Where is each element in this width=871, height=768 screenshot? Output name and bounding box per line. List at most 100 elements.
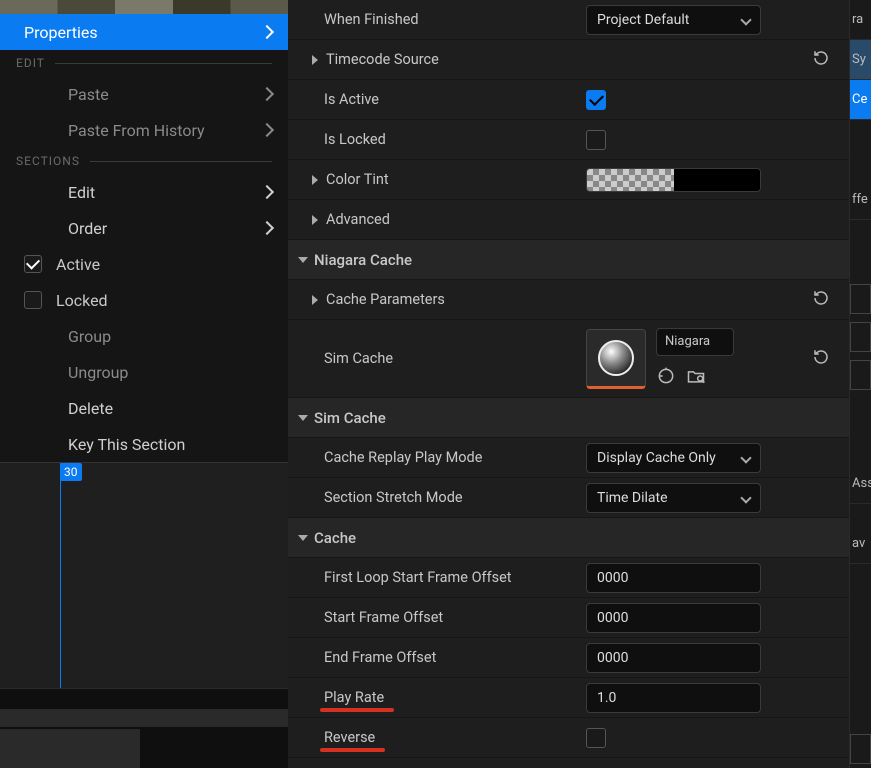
menu-separator-sections: SECTIONS [0,148,288,174]
expand-icon[interactable] [312,215,318,225]
rs-box[interactable] [850,360,871,390]
prop-cache-replay-mode: Cache Replay Play Mode Display Cache Onl… [288,438,849,478]
first-loop-offset-input[interactable]: 0000 [586,563,761,593]
right-sliver: ra Sy Ce ffe Ass av [849,0,871,768]
menu-active[interactable]: Active [0,246,288,282]
section-sim-cache[interactable]: Sim Cache [288,398,849,438]
rs-item[interactable]: ra [850,0,871,40]
menu-properties-label: Properties [24,23,98,42]
section-stretch-mode-dropdown[interactable]: Time Dilate [586,483,761,513]
when-finished-dropdown[interactable]: Project Default [586,5,761,35]
prop-reverse: Reverse [288,718,849,758]
collapse-icon[interactable] [298,257,308,263]
asset-type-value: Niagara [665,334,710,349]
end-frame-offset-label: End Frame Offset [288,649,586,666]
asset-type-dropdown[interactable]: Niagara [656,328,734,356]
expand-icon[interactable] [312,175,318,185]
is-locked-checkbox[interactable] [586,130,606,150]
cache-replay-mode-label: Cache Replay Play Mode [288,449,586,466]
menu-key-section[interactable]: Key This Section [0,426,288,462]
section-cache[interactable]: Cache [288,518,849,558]
is-active-checkbox[interactable] [586,90,606,110]
timecode-source-label: Timecode Source [326,51,439,68]
prop-is-active: Is Active [288,80,849,120]
collapse-icon[interactable] [298,415,308,421]
browse-icon[interactable] [686,366,706,390]
play-rate-input[interactable]: 1.0 [586,683,761,713]
menu-group[interactable]: Group [0,318,288,354]
reset-icon[interactable] [812,289,830,311]
reset-icon[interactable] [812,348,830,370]
expand-icon[interactable] [312,295,318,305]
color-tint-swatch[interactable] [586,168,761,192]
chevron-right-icon [260,25,274,39]
chevron-right-icon [260,221,274,235]
rs-item[interactable]: Sy [850,40,871,80]
prop-first-loop-offset: First Loop Start Frame Offset 0000 [288,558,849,598]
menu-locked[interactable]: Locked [0,282,288,318]
reset-icon[interactable] [812,49,830,71]
reverse-checkbox[interactable] [586,728,606,748]
menu-paste-history-label: Paste From History [68,121,205,140]
menu-properties[interactable]: Properties [0,14,288,50]
playhead[interactable] [60,463,61,688]
timeline[interactable]: 30 [0,462,288,688]
cache-replay-mode-dropdown[interactable]: Display Cache Only [586,443,761,473]
sim-cache-asset-slot: Niagara [586,328,734,390]
cache-section-label: Cache [314,529,356,547]
color-tint-label: Color Tint [326,171,389,188]
menu-edit[interactable]: Edit [0,174,288,210]
prop-advanced[interactable]: Advanced [288,200,849,240]
asset-thumbnail[interactable] [586,329,646,389]
use-selected-icon[interactable] [656,366,676,390]
expand-icon[interactable] [312,55,318,65]
menu-paste-history[interactable]: Paste From History [0,112,288,148]
bottom-bar-a [0,709,288,727]
end-frame-offset-input[interactable]: 0000 [586,643,761,673]
checker-icon [587,169,674,191]
rs-box[interactable] [850,284,871,314]
play-rate-label: Play Rate [324,689,384,706]
menu-delete[interactable]: Delete [0,390,288,426]
menu-order[interactable]: Order [0,210,288,246]
bottom-bar-b [0,729,140,768]
menu-group-label: Group [68,327,111,346]
menu-sep-edit-label: EDIT [16,56,45,70]
prop-timecode-source: Timecode Source [288,40,849,80]
sim-cache-section-label: Sim Cache [314,409,386,427]
chevron-right-icon [260,123,274,137]
menu-paste-label: Paste [68,85,109,104]
sim-cache-label: Sim Cache [288,350,586,367]
checkbox-active[interactable] [24,255,42,273]
prop-play-rate: Play Rate 1.0 [288,678,849,718]
when-finished-label: When Finished [288,11,586,28]
section-niagara-cache[interactable]: Niagara Cache [288,240,849,280]
checkbox-locked[interactable] [24,291,42,309]
section-stretch-mode-value: Time Dilate [597,490,668,506]
cache-parameters-label: Cache Parameters [326,291,445,308]
niagara-cache-label: Niagara Cache [314,251,412,269]
menu-paste[interactable]: Paste [0,76,288,112]
chevron-right-icon [260,185,274,199]
rs-item[interactable]: Ce [850,80,871,120]
rs-item[interactable]: Ass [850,464,871,504]
menu-order-label: Order [68,219,107,238]
prop-color-tint: Color Tint [288,160,849,200]
prop-section-stretch-mode: Section Stretch Mode Time Dilate [288,478,849,518]
prop-sim-cache: Sim Cache Niagara [288,320,849,398]
sphere-icon [598,340,634,376]
is-locked-label: Is Locked [288,131,586,148]
chevron-down-icon [740,492,751,503]
menu-ungroup[interactable]: Ungroup [0,354,288,390]
rs-item[interactable]: ffe [850,180,871,220]
collapse-icon[interactable] [298,535,308,541]
start-frame-offset-input[interactable]: 0000 [586,603,761,633]
start-frame-offset-value: 0000 [597,610,628,626]
rs-box[interactable] [850,734,871,764]
prop-end-frame-offset: End Frame Offset 0000 [288,638,849,678]
rs-box[interactable] [850,322,871,352]
start-frame-offset-label: Start Frame Offset [288,609,586,626]
menu-active-label: Active [56,255,100,274]
menu-edit-label: Edit [68,183,95,202]
rs-item[interactable]: av [850,524,871,564]
